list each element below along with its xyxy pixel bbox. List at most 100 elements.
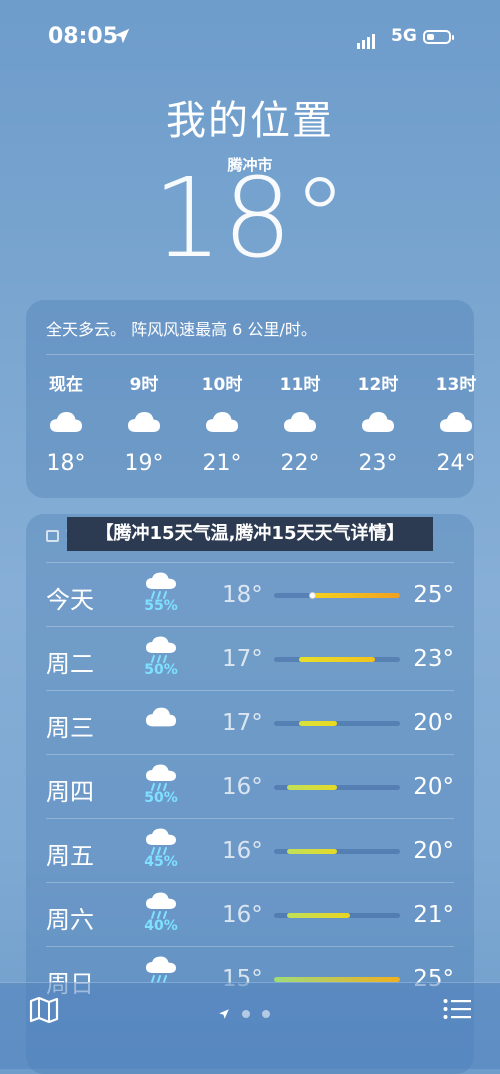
weather-icon-wrap: 50% [144, 636, 178, 678]
status-time: 08:05 [48, 24, 119, 49]
high-temp: 20° [413, 774, 454, 800]
precip-chance: 50% [144, 790, 178, 806]
precip-chance: 40% [144, 918, 178, 934]
low-temp: 16° [222, 774, 263, 800]
hour-item[interactable]: 10时 21° [187, 370, 257, 476]
hour-label: 11时 [279, 375, 321, 395]
cloud-icon [145, 707, 177, 727]
day-name: 周五 [46, 842, 94, 870]
low-temp: 16° [222, 838, 263, 864]
calendar-icon [46, 530, 59, 542]
precip-chance: 50% [144, 662, 178, 678]
hour-temp: 22° [280, 451, 320, 476]
temp-range-bar [274, 592, 400, 599]
temp-range-fill [299, 657, 375, 662]
high-temp: 20° [413, 710, 454, 736]
temp-range-fill [311, 593, 400, 598]
temp-range-bar [274, 849, 400, 854]
page-indicator[interactable] [218, 1003, 270, 1022]
bottom-toolbar [0, 982, 500, 1069]
divider [46, 946, 454, 947]
location-title: 我的位置 [166, 98, 334, 144]
divider [46, 754, 454, 755]
hour-temp: 24° [436, 451, 476, 476]
page-dot[interactable] [242, 1010, 250, 1018]
hour-label: 现在 [49, 375, 83, 395]
weather-icon-wrap [144, 700, 178, 728]
rain-icon [146, 764, 176, 791]
hourly-forecast-card[interactable]: 全天多云。 阵风风速最高 6 公里/时。 现在 18° 9时 19° 10时 21° 11时… [26, 300, 476, 498]
hour-temp: 23° [358, 451, 398, 476]
day-name: 周三 [46, 714, 94, 742]
signal-icon [357, 30, 377, 49]
high-temp: 21° [413, 902, 454, 928]
temp-range-fill [286, 849, 337, 854]
low-temp: 17° [222, 646, 263, 672]
rain-icon [146, 892, 176, 919]
weather-icon-wrap: 40% [144, 892, 178, 934]
status-bar: 08:05 5G [0, 24, 500, 52]
cloud-icon [284, 412, 316, 432]
divider [46, 354, 474, 355]
weather-icon-wrap [144, 956, 178, 984]
hour-temp: 18° [46, 451, 86, 476]
daily-row[interactable]: 周三 17° 20° [26, 690, 474, 754]
rain-icon [146, 636, 176, 663]
hour-item[interactable]: 9时 19° [109, 370, 179, 476]
day-name: 周二 [46, 650, 94, 678]
battery-icon [423, 30, 454, 44]
hour-temp: 19° [124, 451, 164, 476]
daily-row[interactable]: 周五 45% 16° 20° [26, 818, 474, 882]
weather-icon-wrap: 50% [144, 764, 178, 806]
daily-row[interactable]: 周四 50% 16° 20° [26, 754, 474, 818]
temp-range-bar [274, 721, 400, 726]
low-temp: 18° [222, 582, 263, 608]
hour-item[interactable]: 现在 18° [31, 370, 101, 476]
network-label: 5G [391, 26, 417, 46]
hour-temp: 21° [202, 451, 242, 476]
weather-icon-wrap: 45% [144, 828, 178, 870]
temp-range-fill [286, 913, 350, 918]
hour-item[interactable]: 11时 22° [265, 370, 335, 476]
divider [46, 690, 454, 691]
day-name: 周六 [46, 906, 94, 934]
high-temp: 20° [413, 838, 454, 864]
temp-range-bar [274, 657, 400, 662]
daily-row[interactable]: 周六 40% 16° 21° [26, 882, 474, 946]
overlay-banner: 【腾冲15天气温,腾冲15天天气详情】 [67, 517, 433, 551]
high-temp: 23° [413, 646, 454, 672]
hour-label: 9时 [129, 375, 159, 395]
current-temperature: 18° [152, 154, 348, 282]
cloud-icon [50, 412, 82, 432]
divider [46, 818, 454, 819]
location-arrow-icon [219, 1008, 229, 1019]
current-temp-marker [308, 592, 316, 599]
hour-item[interactable]: 13时 24° [421, 370, 491, 476]
daily-row[interactable]: 今天 55% 18° 25° [26, 562, 474, 626]
hour-label: 13时 [435, 375, 477, 395]
high-temp: 25° [413, 582, 454, 608]
low-temp: 17° [222, 710, 263, 736]
cloud-icon [128, 412, 160, 432]
temp-range-fill [299, 721, 337, 726]
hour-label: 12时 [357, 375, 399, 395]
hour-label: 10时 [201, 375, 243, 395]
map-icon[interactable] [29, 997, 59, 1023]
daily-row[interactable]: 周二 50% 17° 23° [26, 626, 474, 690]
precip-chance: 45% [144, 854, 178, 870]
rain-icon [146, 828, 176, 855]
rain-icon [146, 572, 176, 599]
day-name: 周四 [46, 778, 94, 806]
weather-icon-wrap: 55% [144, 572, 178, 614]
divider [46, 882, 454, 883]
hour-item[interactable]: 12时 23° [343, 370, 413, 476]
rain-icon [146, 956, 176, 983]
list-icon[interactable] [443, 998, 471, 1020]
temp-range-bar [274, 785, 400, 790]
page-dot[interactable] [262, 1010, 270, 1018]
location-arrow-icon [114, 28, 130, 44]
divider [46, 626, 454, 627]
temp-range-fill [286, 785, 337, 790]
forecast-summary: 全天多云。 阵风风速最高 6 公里/时。 [46, 320, 317, 339]
low-temp: 16° [222, 902, 263, 928]
